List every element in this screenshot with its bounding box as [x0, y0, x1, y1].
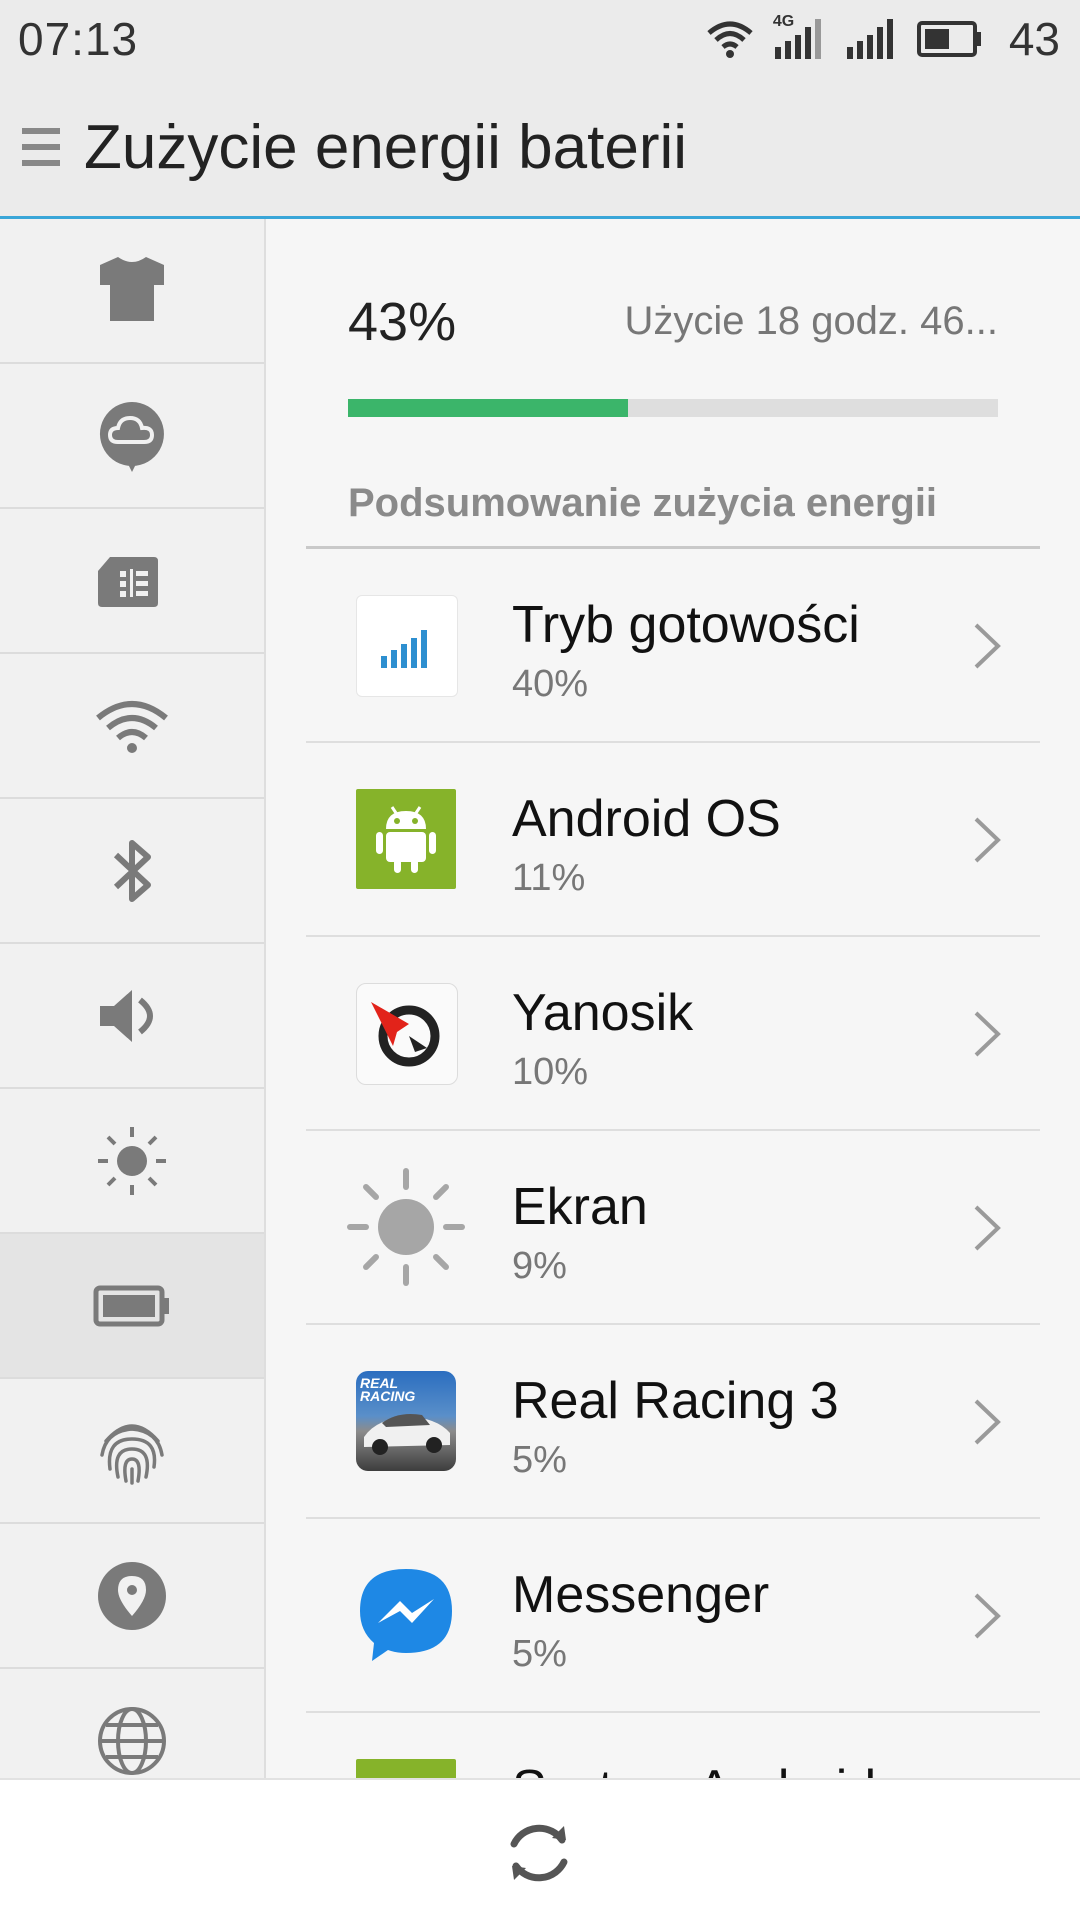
- list-item-screen[interactable]: Ekran 9%: [306, 1131, 1040, 1325]
- bluetooth-icon: [113, 839, 151, 902]
- yanosik-icon: [356, 983, 458, 1085]
- menu-icon[interactable]: [22, 124, 60, 170]
- list-item-messenger[interactable]: Messenger 5%: [306, 1519, 1040, 1713]
- brightness-icon: [346, 1167, 466, 1287]
- list-item-android-os[interactable]: Android OS 11%: [306, 743, 1040, 937]
- messenger-icon: [356, 1565, 456, 1665]
- sidebar-item-location[interactable]: [0, 1524, 264, 1669]
- app-percent: 10%: [512, 1051, 589, 1093]
- sidebar-item-sound[interactable]: [0, 944, 264, 1089]
- sim-card-icon: [98, 556, 158, 607]
- chevron-right-icon: [974, 623, 1001, 669]
- app-name: Real Racing 3: [512, 1372, 839, 1430]
- app-name: Android OS: [512, 790, 781, 848]
- section-title: Podsumowanie zużycia energii: [348, 481, 938, 525]
- sidebar-item-theme[interactable]: [0, 219, 264, 364]
- app-name: Messenger: [512, 1566, 770, 1624]
- settings-sidebar: [0, 219, 266, 1779]
- brightness-icon: [98, 1126, 166, 1195]
- list-item-standby[interactable]: Tryb gotowości 40%: [306, 549, 1040, 743]
- battery-usage-panel: 43% Użycie 18 godz. 46... Podsumowanie z…: [266, 219, 1080, 1779]
- refresh-icon[interactable]: [502, 1816, 576, 1890]
- chevron-right-icon: [974, 1593, 1001, 1639]
- battery-percent: 43: [1008, 13, 1060, 65]
- network-4g-signal-icon: 4G: [773, 13, 827, 61]
- wifi-icon: [707, 21, 753, 58]
- list-item-yanosik[interactable]: Yanosik 10%: [306, 937, 1040, 1131]
- status-icons: 4G 43: [705, 12, 1060, 66]
- fingerprint-icon: [100, 1423, 164, 1485]
- app-percent: 5%: [512, 1633, 567, 1675]
- battery-progress-bar: [348, 399, 998, 417]
- battery-percent-large: 43%: [348, 292, 457, 352]
- chevron-right-icon: [974, 817, 1001, 863]
- app-percent: 11%: [512, 857, 586, 899]
- wifi-icon: [96, 700, 168, 753]
- cloud-icon: [99, 401, 164, 472]
- usage-duration: Użycie 18 godz. 46...: [624, 299, 998, 343]
- chevron-right-icon: [974, 1205, 1001, 1251]
- app-name: Ekran: [512, 1178, 648, 1236]
- status-bar: 07:13 4G 43: [0, 0, 1080, 78]
- app-percent: 40%: [512, 663, 589, 705]
- speaker-icon: [100, 989, 153, 1042]
- battery-progress-fill: [348, 399, 628, 417]
- app-name: Tryb gotowości: [512, 596, 860, 654]
- sidebar-item-fingerprint[interactable]: [0, 1379, 264, 1524]
- android-system-icon: [356, 1759, 456, 1779]
- app-name: System Android: [512, 1759, 876, 1779]
- app-usage-list: Tryb gotowości 40% Android OS 11% Yanosi…: [306, 549, 1040, 1779]
- sidebar-item-cloud[interactable]: [0, 364, 264, 509]
- sidebar-item-battery[interactable]: [0, 1234, 264, 1379]
- page-title: Zużycie energii baterii: [84, 113, 688, 182]
- globe-icon: [98, 1706, 166, 1775]
- tshirt-icon: [100, 256, 164, 321]
- bottom-bar: [0, 1778, 1080, 1922]
- list-item-real-racing[interactable]: REAL RACING Real Racing 3 5%: [306, 1325, 1040, 1519]
- app-percent: 9%: [512, 1245, 567, 1287]
- title-bar: Zużycie energii baterii: [0, 78, 1080, 219]
- location-pin-icon: [98, 1561, 166, 1630]
- app-percent: 5%: [512, 1439, 567, 1481]
- signal-bars-icon: [356, 595, 458, 697]
- chevron-right-icon: [974, 1399, 1001, 1445]
- battery-icon: [93, 1285, 169, 1326]
- clock: 07:13: [18, 13, 139, 65]
- sidebar-item-language[interactable]: [0, 1669, 264, 1779]
- cell-signal-icon: [846, 19, 893, 59]
- list-item-system-android[interactable]: System Android: [306, 1713, 1040, 1779]
- chevron-right-icon: [974, 1011, 1001, 1057]
- sidebar-item-wifi[interactable]: [0, 654, 264, 799]
- sidebar-item-sim[interactable]: [0, 509, 264, 654]
- battery-status-icon: [916, 21, 981, 57]
- sidebar-item-bluetooth[interactable]: [0, 799, 264, 944]
- sidebar-item-display[interactable]: [0, 1089, 264, 1234]
- android-icon: [356, 789, 456, 889]
- app-name: Yanosik: [512, 984, 694, 1042]
- real-racing-icon: REAL RACING: [356, 1371, 456, 1471]
